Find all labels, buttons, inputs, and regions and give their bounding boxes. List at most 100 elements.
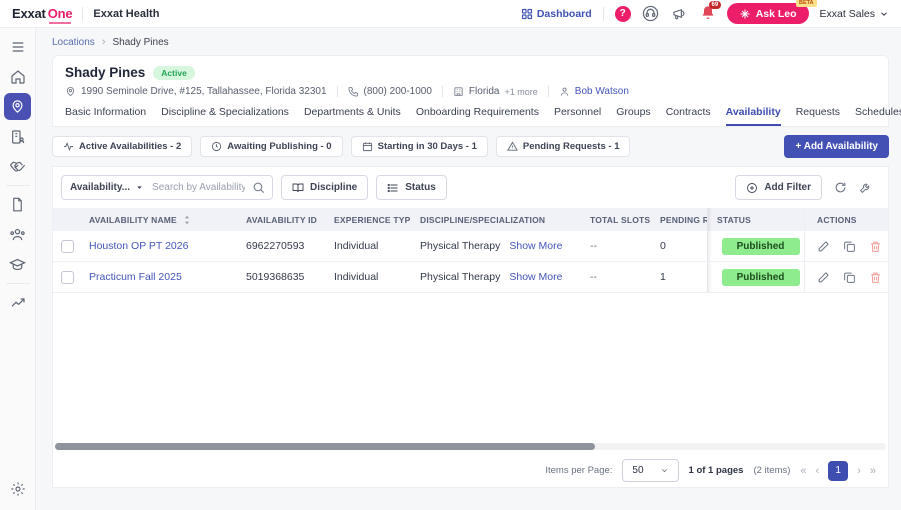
discipline-filter-label: Discipline: [310, 182, 358, 193]
chip-awaiting-publishing[interactable]: Awaiting Publishing - 0: [200, 136, 343, 157]
tab-personnel[interactable]: Personnel: [554, 106, 601, 126]
support-headset-button[interactable]: [642, 5, 660, 23]
header-divider: [82, 6, 84, 21]
sidebar-item-organization[interactable]: [4, 123, 31, 150]
sidebar-item-academics[interactable]: [4, 251, 31, 278]
logo-text-exxat: Exxat: [12, 6, 46, 21]
status-badge-published: Published: [721, 237, 800, 255]
trash-icon: [871, 241, 880, 252]
duplicate-button[interactable]: [843, 271, 856, 284]
column-pending-requests[interactable]: PENDING REQ: [651, 208, 707, 231]
exxat-one-logo[interactable]: Exxat One: [12, 6, 73, 24]
sidebar-item-analytics[interactable]: [4, 289, 31, 316]
tab-requests[interactable]: Requests: [796, 106, 840, 126]
header-checkbox-cell: [53, 208, 80, 231]
show-more-link[interactable]: Show More: [509, 271, 562, 283]
sort-icon[interactable]: [183, 215, 191, 225]
dashboard-label: Dashboard: [536, 7, 592, 20]
previous-page-button[interactable]: ‹: [816, 465, 820, 477]
sidebar-item-partnerships[interactable]: [4, 153, 31, 180]
delete-button[interactable]: [869, 240, 882, 253]
ask-leo-label: Ask Leo: [755, 7, 797, 20]
items-per-page-value: 50: [632, 465, 644, 476]
discipline-filter-button[interactable]: Discipline: [281, 175, 369, 200]
copy-icon: [844, 272, 855, 283]
account-menu[interactable]: Exxat Sales: [820, 8, 889, 20]
items-per-page-select[interactable]: 50: [622, 459, 679, 482]
sidebar-item-locations[interactable]: [4, 93, 31, 120]
row-checkbox[interactable]: [61, 239, 74, 253]
sidebar-divider: [5, 283, 30, 284]
availability-name-link[interactable]: Practicum Fall 2025: [89, 271, 182, 283]
chevron-down-icon: [661, 469, 667, 473]
address-pin-icon: [66, 87, 75, 97]
column-discipline-specialization[interactable]: DISCIPLINE/SPECIALIZATION: [411, 208, 581, 231]
next-page-button[interactable]: ›: [857, 465, 861, 477]
search-input[interactable]: [152, 182, 245, 193]
row-checkbox[interactable]: [61, 270, 74, 284]
add-filter-button[interactable]: Add Filter: [735, 175, 822, 200]
column-availability-name[interactable]: AVAILABILITY NAME: [80, 208, 237, 231]
column-label: STATUS: [717, 214, 751, 225]
sidebar-item-people[interactable]: [4, 221, 31, 248]
phone-icon: [348, 86, 358, 97]
status-filter-button[interactable]: Status: [376, 175, 447, 200]
top-bar: Exxat One Exxat Health Dashboard ? 69 As…: [0, 0, 901, 28]
tab-groups[interactable]: Groups: [616, 106, 650, 126]
tab-onboarding-requirements[interactable]: Onboarding Requirements: [416, 106, 539, 126]
tab-availability[interactable]: Availability: [725, 106, 781, 126]
tab-contracts[interactable]: Contracts: [666, 106, 711, 126]
delete-button[interactable]: [869, 271, 882, 284]
chip-active-availabilities[interactable]: Active Availabilities - 2: [52, 136, 193, 157]
announcements-button[interactable]: [671, 5, 689, 23]
notifications-button[interactable]: 69: [700, 0, 721, 23]
add-availability-button[interactable]: + Add Availability: [784, 135, 889, 158]
edit-button[interactable]: [817, 240, 830, 253]
table-settings-button[interactable]: [859, 181, 872, 194]
refresh-button[interactable]: [834, 181, 847, 194]
chevron-down-icon: [881, 11, 887, 16]
chip-pending-requests[interactable]: Pending Requests - 1: [495, 136, 631, 157]
ask-leo-button[interactable]: Ask Leo BETA: [726, 0, 817, 24]
column-availability-id[interactable]: AVAILABILITY ID: [237, 208, 325, 231]
dashboard-link[interactable]: Dashboard: [521, 8, 592, 20]
search-category-dropdown[interactable]: Availability...: [62, 182, 152, 193]
tab-basic-information[interactable]: Basic Information: [65, 106, 146, 126]
column-total-slots[interactable]: TOTAL SLOTS: [581, 208, 651, 231]
column-status[interactable]: STATUS: [707, 208, 804, 231]
tab-schedules[interactable]: Schedules: [855, 106, 901, 126]
column-actions: ACTIONS: [804, 208, 888, 231]
menu-icon: [12, 41, 23, 52]
location-pin-icon: [12, 100, 23, 113]
region-more-link[interactable]: +1 more: [505, 87, 538, 97]
person-icon: [560, 87, 568, 96]
column-experience-type[interactable]: EXPERIENCE TYPE: [325, 208, 411, 231]
search-button[interactable]: [245, 181, 272, 194]
sidebar-item-documents[interactable]: [4, 191, 31, 218]
last-page-button[interactable]: »: [870, 465, 876, 477]
edit-button[interactable]: [817, 271, 830, 284]
headset-icon: [643, 5, 659, 22]
show-more-link[interactable]: Show More: [509, 240, 562, 252]
current-page-button[interactable]: 1: [828, 460, 849, 481]
tab-discipline-specializations[interactable]: Discipline & Specializations: [161, 106, 289, 126]
table-header-row: AVAILABILITY NAME AVAILABILITY ID EXPERI…: [53, 208, 888, 231]
tab-departments-units[interactable]: Departments & Units: [304, 106, 401, 126]
scrollbar-thumb[interactable]: [55, 443, 596, 450]
horizontal-scrollbar[interactable]: [55, 443, 886, 450]
sidebar-nav: [0, 28, 36, 510]
sidebar-item-home[interactable]: [4, 63, 31, 90]
chip-starting-in-30-days[interactable]: Starting in 30 Days - 1: [350, 136, 488, 157]
location-contact-link[interactable]: Bob Watson: [575, 86, 629, 97]
chip-label: Pending Requests - 1: [522, 141, 620, 152]
help-button[interactable]: ?: [614, 5, 631, 22]
chip-label: Awaiting Publishing - 0: [227, 141, 332, 152]
duplicate-button[interactable]: [843, 240, 856, 253]
sidebar-menu-toggle[interactable]: [4, 33, 31, 60]
breadcrumb-locations-link[interactable]: Locations: [52, 37, 95, 48]
column-label: DISCIPLINE/SPECIALIZATION: [420, 214, 546, 225]
first-page-button[interactable]: «: [800, 465, 806, 477]
availability-name-link[interactable]: Houston OP PT 2026: [89, 240, 188, 252]
location-header-card: Shady Pines Active 1990 Seminole Drive, …: [52, 55, 901, 127]
sidebar-item-settings[interactable]: [4, 475, 31, 502]
